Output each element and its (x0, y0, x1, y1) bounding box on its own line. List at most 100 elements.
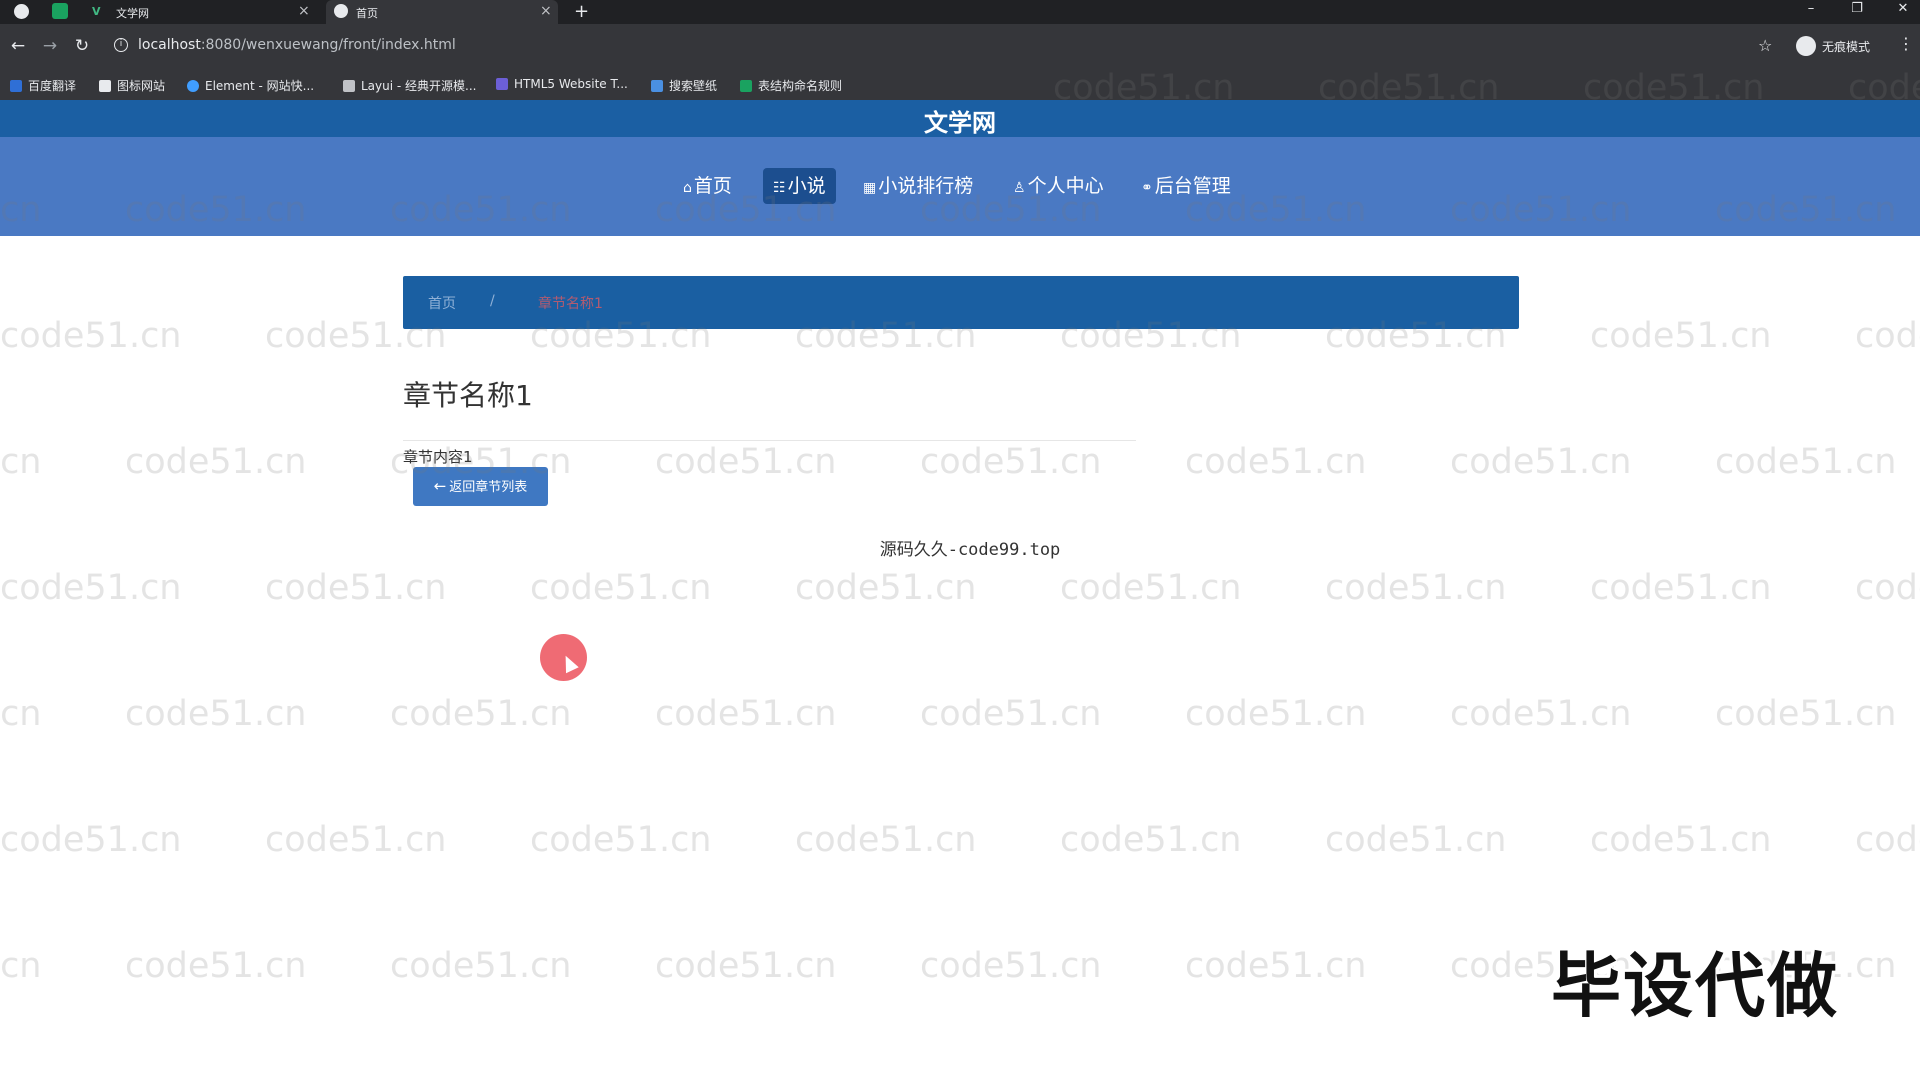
watermark-text: code51.cn (0, 568, 182, 608)
bookmark-item[interactable]: Layui - 经典开源模... (343, 77, 476, 94)
globe-icon (14, 4, 29, 19)
watermark-text: code51.cn (920, 694, 1102, 734)
promo-text: 毕设代做 (1551, 945, 1839, 1027)
nav-personal-center[interactable]: ♙ 个人中心 (1003, 168, 1114, 204)
back-button-label: 返回章节列表 (449, 480, 528, 495)
breadcrumb-current: 章节名称1 (538, 296, 603, 312)
chapter-title: 章节名称1 (403, 379, 533, 412)
breadcrumb-separator: / (490, 293, 495, 309)
watermark-text: code51.cn (0, 820, 182, 860)
nav-label: 首页 (693, 175, 732, 197)
breadcrumb-home[interactable]: 首页 (428, 293, 456, 313)
forward-button[interactable]: → (38, 36, 62, 56)
site-info-icon[interactable]: i (114, 38, 128, 52)
watermark-text: code51.cn (265, 568, 447, 608)
minimize-button[interactable]: – (1796, 1, 1826, 16)
bookmark-item[interactable]: 搜索壁纸 (651, 77, 717, 94)
close-tab-icon[interactable]: × (540, 3, 552, 19)
nav-novel[interactable]: ☷ 小说 (763, 168, 836, 204)
nav-label: 个人中心 (1027, 175, 1104, 197)
back-button[interactable]: ← (6, 36, 30, 56)
tab-home[interactable]: 首页 × (326, 0, 558, 24)
wallpaper-icon (651, 80, 663, 92)
watermark-text: code51.cn (1855, 820, 1920, 860)
close-window-button[interactable]: ✕ (1888, 1, 1918, 16)
watermark-text: code51.cn (1060, 820, 1242, 860)
ranking-icon: ▦ (863, 180, 877, 196)
site-title: 文学网 (924, 109, 996, 137)
breadcrumb: 首页 / 章节名称1 (403, 276, 1519, 329)
watermark-text: code51.cn (125, 442, 307, 482)
bookmark-item[interactable]: 图标网站 (99, 77, 165, 94)
new-tab-button[interactable]: + (574, 1, 589, 22)
watermark-text: code51.cn (1715, 442, 1897, 482)
novel-icon: ☷ (773, 180, 786, 196)
bookmark-star-icon[interactable]: ☆ (1758, 36, 1772, 55)
browser-tab-strip: V 文学网 × 首页 × + – ❐ ✕ (0, 0, 1920, 24)
watermark-text: code51.cn (265, 820, 447, 860)
bookmark-item[interactable]: Element - 网站快... (187, 77, 314, 94)
watermark-text: code51.cn (530, 568, 712, 608)
nav-label: 后台管理 (1154, 175, 1231, 197)
watermark-text: code51.cn (655, 946, 837, 986)
user-icon: ♙ (1013, 180, 1026, 196)
tab-label: 首页 (356, 7, 378, 20)
watermark-text: code51.cn (1590, 568, 1772, 608)
browser-menu-icon[interactable]: ⋮ (1898, 34, 1914, 53)
reload-button[interactable]: ↻ (70, 36, 94, 56)
watermark-text: code51.cn (1185, 442, 1367, 482)
sheets-icon[interactable] (52, 3, 68, 19)
watermark-text: code51.cn (920, 946, 1102, 986)
url-path: :8080/wenxuewang/front/index.html (200, 37, 456, 53)
html5-icon (496, 78, 508, 90)
watermark-text: code51.cn (1590, 820, 1772, 860)
watermark-text: code51.cn (530, 820, 712, 860)
bookmarks-bar: 百度翻译 图标网站 Element - 网站快... Layui - 经典开源模… (0, 70, 1920, 100)
watermark-text: code51.cn (1185, 694, 1367, 734)
vue-icon: V (92, 5, 101, 18)
back-to-chapter-list-button[interactable]: ← 返回章节列表 (413, 467, 548, 506)
globe-icon (334, 4, 348, 18)
watermark-text: code51.cn (0, 442, 42, 482)
watermark-text: code51.cn (795, 568, 977, 608)
nav-home[interactable]: ⌂ 首页 (673, 168, 742, 204)
tab-label: 文学网 (116, 7, 149, 20)
nav-admin[interactable]: ⚭ 后台管理 (1131, 168, 1241, 204)
incognito-icon[interactable] (1796, 36, 1816, 56)
address-bar-row: ← → ↻ i localhost:8080/wenxuewang/front/… (0, 24, 1920, 70)
bookmark-item[interactable]: HTML5 Website T... (496, 77, 628, 91)
watermark-text: code51.cn (920, 442, 1102, 482)
watermark-text: code51.cn (1060, 568, 1242, 608)
url-host: localhost (138, 37, 201, 53)
bookmark-item[interactable]: 表结构命名规则 (740, 77, 842, 94)
watermark-text: code51.cn (1450, 442, 1632, 482)
nav-label: 小说 (787, 175, 826, 197)
watermark-text: code51.cn (655, 694, 837, 734)
watermark-text: code51.cn (390, 946, 572, 986)
chapter-content: 章节内容1 (403, 448, 473, 466)
arrow-left-icon: ← (433, 477, 447, 495)
watermark-text: code51.cn (1855, 568, 1920, 608)
watermark-text: code51.cn (0, 694, 42, 734)
link-icon: ⚭ (1141, 180, 1153, 196)
sheets-icon (740, 80, 752, 92)
watermark-text: code51.cn (795, 820, 977, 860)
nav-ranking[interactable]: ▦ 小说排行榜 (853, 168, 983, 204)
watermark-text: code51.cn (390, 694, 572, 734)
watermark-text: code51.cn (655, 442, 837, 482)
watermark-text: code51.cn (0, 316, 182, 356)
flag-icon (99, 80, 111, 92)
divider (403, 440, 1136, 441)
layui-icon (343, 80, 355, 92)
element-icon (187, 80, 199, 92)
watermark-text: code51.cn (1325, 820, 1507, 860)
watermark-text: code51.cn (125, 694, 307, 734)
tab-wenxuewang[interactable]: V 文学网 × (84, 0, 314, 24)
restore-button[interactable]: ❐ (1842, 1, 1872, 16)
url-field[interactable]: localhost:8080/wenxuewang/front/index.ht… (138, 37, 456, 53)
watermark-text: code51.cn (0, 946, 42, 986)
bookmark-item[interactable]: 百度翻译 (10, 77, 76, 94)
nav-label: 小说排行榜 (878, 175, 974, 197)
close-tab-icon[interactable]: × (298, 3, 310, 19)
watermark-text: code51.cn (1185, 946, 1367, 986)
